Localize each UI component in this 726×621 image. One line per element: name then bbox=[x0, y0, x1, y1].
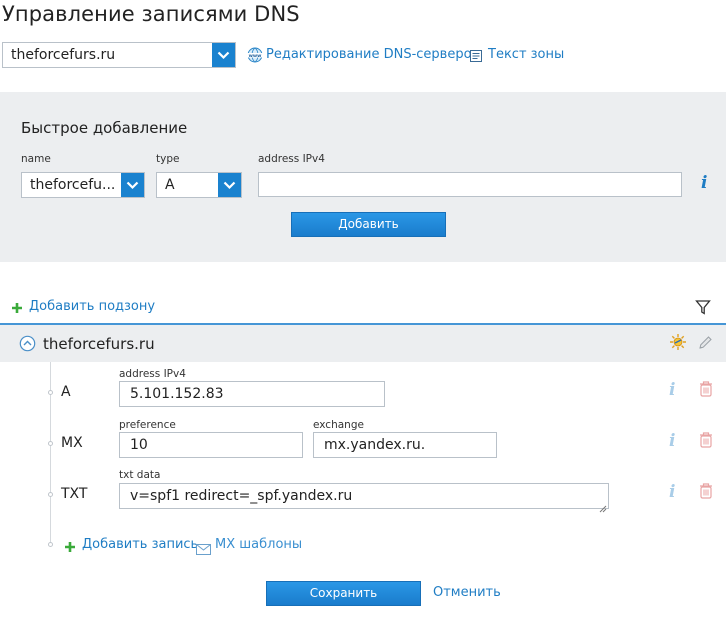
trash-icon[interactable] bbox=[698, 380, 714, 402]
record-txt-label: txt data bbox=[119, 469, 161, 481]
type-select-value: A bbox=[165, 177, 175, 193]
plus-icon bbox=[64, 538, 76, 557]
record-type-txt: TXT bbox=[61, 486, 88, 502]
chevron-down-icon[interactable] bbox=[218, 173, 241, 197]
type-label: type bbox=[156, 153, 180, 165]
tree-node-dot bbox=[48, 441, 53, 446]
chevron-down-icon[interactable] bbox=[212, 43, 235, 67]
record-type-mx: MX bbox=[61, 435, 83, 451]
resize-handle-icon[interactable] bbox=[598, 498, 607, 517]
add-button[interactable]: Добавить bbox=[291, 212, 446, 237]
zone-name: theforcefurs.ru bbox=[43, 335, 155, 353]
chevron-down-icon[interactable] bbox=[121, 173, 144, 197]
domain-select-value: theforcefurs.ru bbox=[11, 47, 116, 63]
type-select[interactable]: A bbox=[156, 172, 242, 198]
record-mx-exchange-label: exchange bbox=[313, 419, 364, 431]
mx-templates-link[interactable]: MX шаблоны bbox=[215, 537, 302, 552]
globe-www-icon: www bbox=[247, 47, 263, 67]
document-icon bbox=[469, 48, 483, 67]
address-label: address IPv4 bbox=[258, 153, 325, 165]
add-subzone-link[interactable]: Добавить подзону bbox=[29, 299, 155, 314]
tree-node-dot bbox=[48, 390, 53, 395]
quick-add-title: Быстрое добавление bbox=[21, 119, 188, 137]
edit-dns-servers-link[interactable]: Редактирование DNS-серверов bbox=[266, 47, 479, 62]
collapse-icon[interactable] bbox=[19, 335, 36, 356]
sun-icon[interactable] bbox=[669, 333, 687, 355]
envelope-icon bbox=[196, 540, 211, 559]
record-txt-input[interactable]: v=spf1 redirect=_spf.yandex.ru bbox=[119, 483, 609, 509]
name-label: name bbox=[21, 153, 51, 165]
name-select-value: theforcefu... bbox=[30, 177, 116, 193]
zone-text-link[interactable]: Текст зоны bbox=[488, 47, 564, 62]
trash-icon[interactable] bbox=[698, 482, 714, 504]
record-mx-exchange-input[interactable]: mx.yandex.ru. bbox=[313, 432, 497, 458]
cancel-link[interactable]: Отменить bbox=[433, 585, 501, 600]
record-mx-preference-input[interactable]: 10 bbox=[119, 432, 303, 458]
record-a-field-label: address IPv4 bbox=[119, 368, 186, 380]
trash-icon[interactable] bbox=[698, 431, 714, 453]
save-button[interactable]: Сохранить bbox=[266, 581, 421, 606]
record-a-address-input[interactable]: 5.101.152.83 bbox=[119, 381, 385, 407]
info-icon[interactable]: i bbox=[669, 380, 675, 400]
pencil-icon[interactable] bbox=[697, 334, 714, 355]
add-record-link[interactable]: Добавить запись bbox=[82, 537, 198, 552]
record-type-a: A bbox=[61, 384, 71, 400]
address-input[interactable] bbox=[258, 172, 682, 197]
tree-node-dot bbox=[48, 542, 53, 547]
plus-icon bbox=[11, 299, 23, 318]
name-select[interactable]: theforcefu... bbox=[21, 172, 145, 198]
domain-select[interactable]: theforcefurs.ru bbox=[2, 42, 236, 68]
info-icon[interactable]: i bbox=[669, 482, 675, 502]
record-mx-preference-label: preference bbox=[119, 419, 176, 431]
svg-text:www: www bbox=[249, 54, 262, 59]
page-title: Управление записями DNS bbox=[2, 2, 300, 26]
filter-icon[interactable] bbox=[695, 299, 711, 319]
info-icon[interactable]: i bbox=[669, 431, 675, 451]
tree-node-dot bbox=[48, 492, 53, 497]
info-icon[interactable]: i bbox=[701, 173, 707, 193]
